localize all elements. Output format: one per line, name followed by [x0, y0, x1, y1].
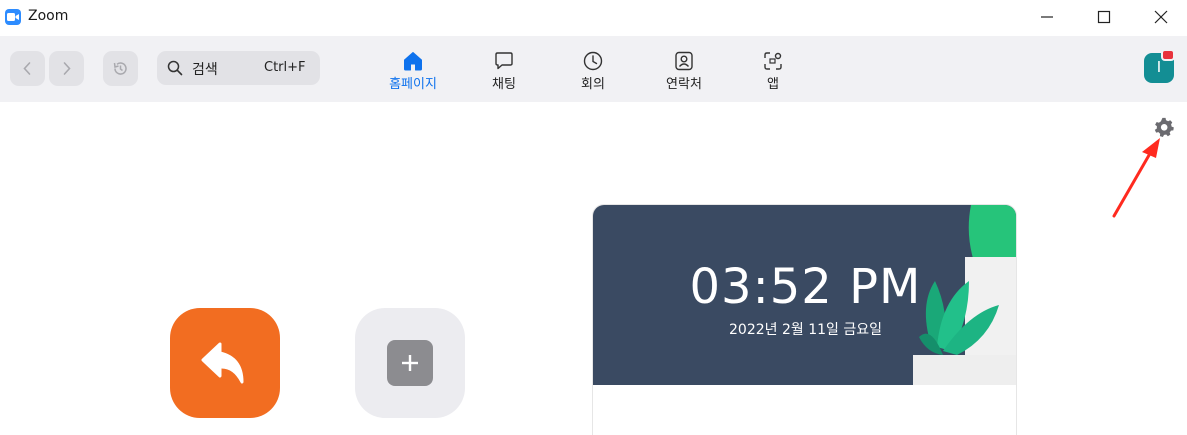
- minimize-icon: [1041, 16, 1053, 18]
- reply-arrow-icon: [201, 342, 244, 384]
- gear-icon[interactable]: [1153, 116, 1175, 138]
- search-shortcut: Ctrl+F: [264, 60, 306, 75]
- search-icon: [167, 60, 183, 76]
- forward-button[interactable]: [49, 51, 84, 86]
- meetings-list-area: [593, 385, 1016, 435]
- chevron-right-icon: [63, 62, 71, 75]
- chat-icon: [495, 52, 513, 70]
- tab-apps[interactable]: 앱: [733, 48, 813, 96]
- clock-icon: [583, 51, 603, 71]
- search-label: 검색: [192, 62, 218, 78]
- clock-time: 03:52 PM: [689, 259, 922, 315]
- main-toolbar: 검색 Ctrl+F 홈페이지 채팅 회의 연락처 앱: [0, 36, 1187, 102]
- annotation-arrow-icon: [1112, 138, 1160, 218]
- tab-chat-label: 채팅: [492, 77, 516, 92]
- tab-apps-label: 앱: [767, 77, 779, 92]
- plus-icon: [402, 355, 418, 371]
- contacts-icon: [675, 51, 693, 71]
- close-button[interactable]: [1134, 0, 1187, 34]
- close-icon: [1154, 10, 1168, 24]
- apps-icon: [764, 52, 782, 70]
- tab-meetings-label: 회의: [581, 77, 605, 92]
- search-box[interactable]: 검색 Ctrl+F: [157, 51, 320, 85]
- clock-card: 03:52 PM 2022년 2월 11일 금요일: [592, 204, 1017, 435]
- maximize-button[interactable]: [1077, 0, 1133, 34]
- tab-home[interactable]: 홈페이지: [373, 48, 453, 96]
- window-title: Zoom: [28, 8, 69, 24]
- tab-contacts[interactable]: 연락처: [644, 48, 724, 96]
- back-button[interactable]: [10, 51, 45, 86]
- chevron-left-icon: [23, 62, 31, 75]
- clock-banner: 03:52 PM 2022년 2월 11일 금요일: [593, 205, 1016, 385]
- plus-box: [387, 340, 433, 386]
- minimize-button[interactable]: [1020, 0, 1076, 34]
- history-button[interactable]: [103, 51, 138, 86]
- tab-chat[interactable]: 채팅: [464, 48, 544, 96]
- clock-date: 2022년 2월 11일 금요일: [729, 322, 882, 338]
- title-bar: Zoom: [0, 0, 1187, 36]
- zoom-logo-icon: [5, 9, 21, 25]
- home-icon: [404, 52, 422, 71]
- new-meeting-button[interactable]: [355, 308, 465, 418]
- join-meeting-button[interactable]: [170, 308, 280, 418]
- tab-contacts-label: 연락처: [666, 77, 702, 92]
- tab-meetings[interactable]: 회의: [553, 48, 633, 96]
- tab-home-label: 홈페이지: [389, 77, 437, 92]
- notification-badge: [1161, 49, 1175, 61]
- history-icon: [113, 62, 127, 75]
- maximize-icon: [1097, 10, 1111, 24]
